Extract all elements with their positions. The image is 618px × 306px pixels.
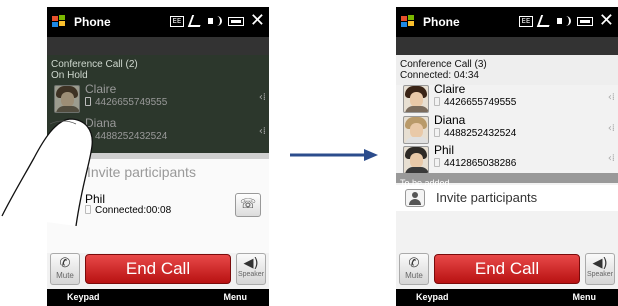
header-spacer <box>47 37 269 55</box>
call-title: Conference Call (2) <box>51 59 138 70</box>
transition-arrow <box>290 149 378 161</box>
end-call-button[interactable]: End Call <box>434 254 580 284</box>
contact-name: Claire <box>85 82 117 96</box>
avatar <box>54 85 80 113</box>
signal-icon <box>187 15 205 27</box>
ee-icon: EE <box>169 15 184 27</box>
windows-logo-icon[interactable] <box>52 15 68 29</box>
speaker-button[interactable]: ◀) Speaker <box>236 253 266 285</box>
end-call-button[interactable]: End Call <box>85 254 231 284</box>
contact-name: Phil <box>85 192 106 206</box>
right-phone-screen: Phone EE ✕ Conference Call (3) Connected… <box>396 7 618 306</box>
speaker-icon: ◀) <box>592 256 608 271</box>
volume-icon[interactable] <box>207 15 222 27</box>
call-status: Connected: 04:34 <box>400 70 479 81</box>
close-icon[interactable]: ✕ <box>599 12 614 30</box>
phone-icon <box>434 158 440 167</box>
contact-number: 4426655749555 <box>85 97 167 108</box>
chevron-left-icon[interactable]: ‹⁞ <box>608 123 615 134</box>
speaker-icon: ◀) <box>243 256 259 271</box>
mute-label: Mute <box>405 271 423 280</box>
close-icon[interactable]: ✕ <box>250 12 265 30</box>
app-title: Phone <box>74 15 111 29</box>
phone-icon <box>85 97 91 106</box>
menu-softkey[interactable]: Menu <box>224 289 248 306</box>
to-be-added-header: To be added <box>396 173 618 188</box>
chevron-left-icon[interactable]: ‹⁞ <box>608 92 615 103</box>
windows-logo-icon[interactable] <box>401 15 417 29</box>
avatar <box>403 85 429 113</box>
avatar <box>403 146 429 174</box>
speaker-label: Speaker <box>237 271 265 278</box>
phone-icon <box>434 97 440 106</box>
contact-number: 4488252432524 <box>85 131 167 142</box>
mute-button[interactable]: ✆ Mute <box>399 253 429 285</box>
call-controls: ✆ Mute End Call ◀) Speaker <box>47 253 269 289</box>
mute-label: Mute <box>56 271 74 280</box>
invite-participants-row[interactable]: Invite participants <box>47 159 269 185</box>
contact-number: 4488252432524 <box>434 128 516 139</box>
invite-participants-label: Invite participants <box>87 164 196 180</box>
status-bar: Phone EE ✕ <box>396 7 618 37</box>
contact-name: Phil <box>434 143 455 157</box>
call-title: Conference Call (3) <box>400 59 487 70</box>
mute-icon: ✆ <box>408 256 420 271</box>
phone-icon <box>434 128 440 137</box>
add-contact-icon <box>405 189 425 207</box>
phone-icon <box>85 205 91 214</box>
battery-icon <box>227 16 244 26</box>
invite-participants-label: Invite participants <box>436 190 538 205</box>
speaker-label: Speaker <box>586 271 614 278</box>
softkey-bar: Keypad Menu <box>47 289 269 306</box>
chevron-left-icon[interactable]: ‹⁞ <box>259 126 266 137</box>
contact-number: 4426655749555 <box>434 97 516 108</box>
merge-call-button[interactable]: ☏ <box>235 193 261 217</box>
held-contact-row[interactable]: Diana 4488252432524 ‹⁞ <box>47 115 269 151</box>
contact-name: Diana <box>85 116 117 130</box>
phone-icon <box>85 131 91 140</box>
held-contact-row[interactable]: Claire 4426655749555 ‹⁞ <box>47 81 269 117</box>
app-title: Phone <box>423 15 460 29</box>
mute-button[interactable]: ✆ Mute <box>50 253 80 285</box>
contact-name: Diana <box>434 113 466 127</box>
call-header: Conference Call (3) Connected: 04:34 <box>396 59 618 81</box>
call-status: On Hold <box>51 70 88 81</box>
battery-icon <box>576 16 593 26</box>
mute-icon: ✆ <box>59 256 71 271</box>
connected-contact-row[interactable]: Phil Connected:00:08 ☏ <box>47 192 269 226</box>
contact-number: 4412865038286 <box>434 158 516 169</box>
keypad-softkey[interactable]: Keypad <box>67 289 100 306</box>
softkey-bar: Keypad Menu <box>396 289 618 306</box>
avatar <box>403 116 429 144</box>
chevron-left-icon[interactable]: ‹⁞ <box>608 153 615 164</box>
chevron-left-icon[interactable]: ‹⁞ <box>259 92 266 103</box>
keypad-softkey[interactable]: Keypad <box>416 289 449 306</box>
call-duration: Connected:00:08 <box>85 205 171 216</box>
ee-icon: EE <box>518 15 533 27</box>
speaker-button[interactable]: ◀) Speaker <box>585 253 615 285</box>
call-header: Conference Call (2) On Hold <box>47 59 269 81</box>
invite-participants-row[interactable]: Invite participants <box>396 185 618 211</box>
signal-icon <box>536 15 554 27</box>
contact-name: Claire <box>434 82 466 96</box>
menu-softkey[interactable]: Menu <box>573 289 597 306</box>
status-bar: Phone EE ✕ <box>47 7 269 37</box>
left-phone-screen: Phone EE ✕ Conference Call (2) On Hold C… <box>47 7 269 306</box>
call-controls: ✆ Mute End Call ◀) Speaker <box>396 253 618 289</box>
volume-icon[interactable] <box>556 15 571 27</box>
header-spacer <box>396 37 618 55</box>
